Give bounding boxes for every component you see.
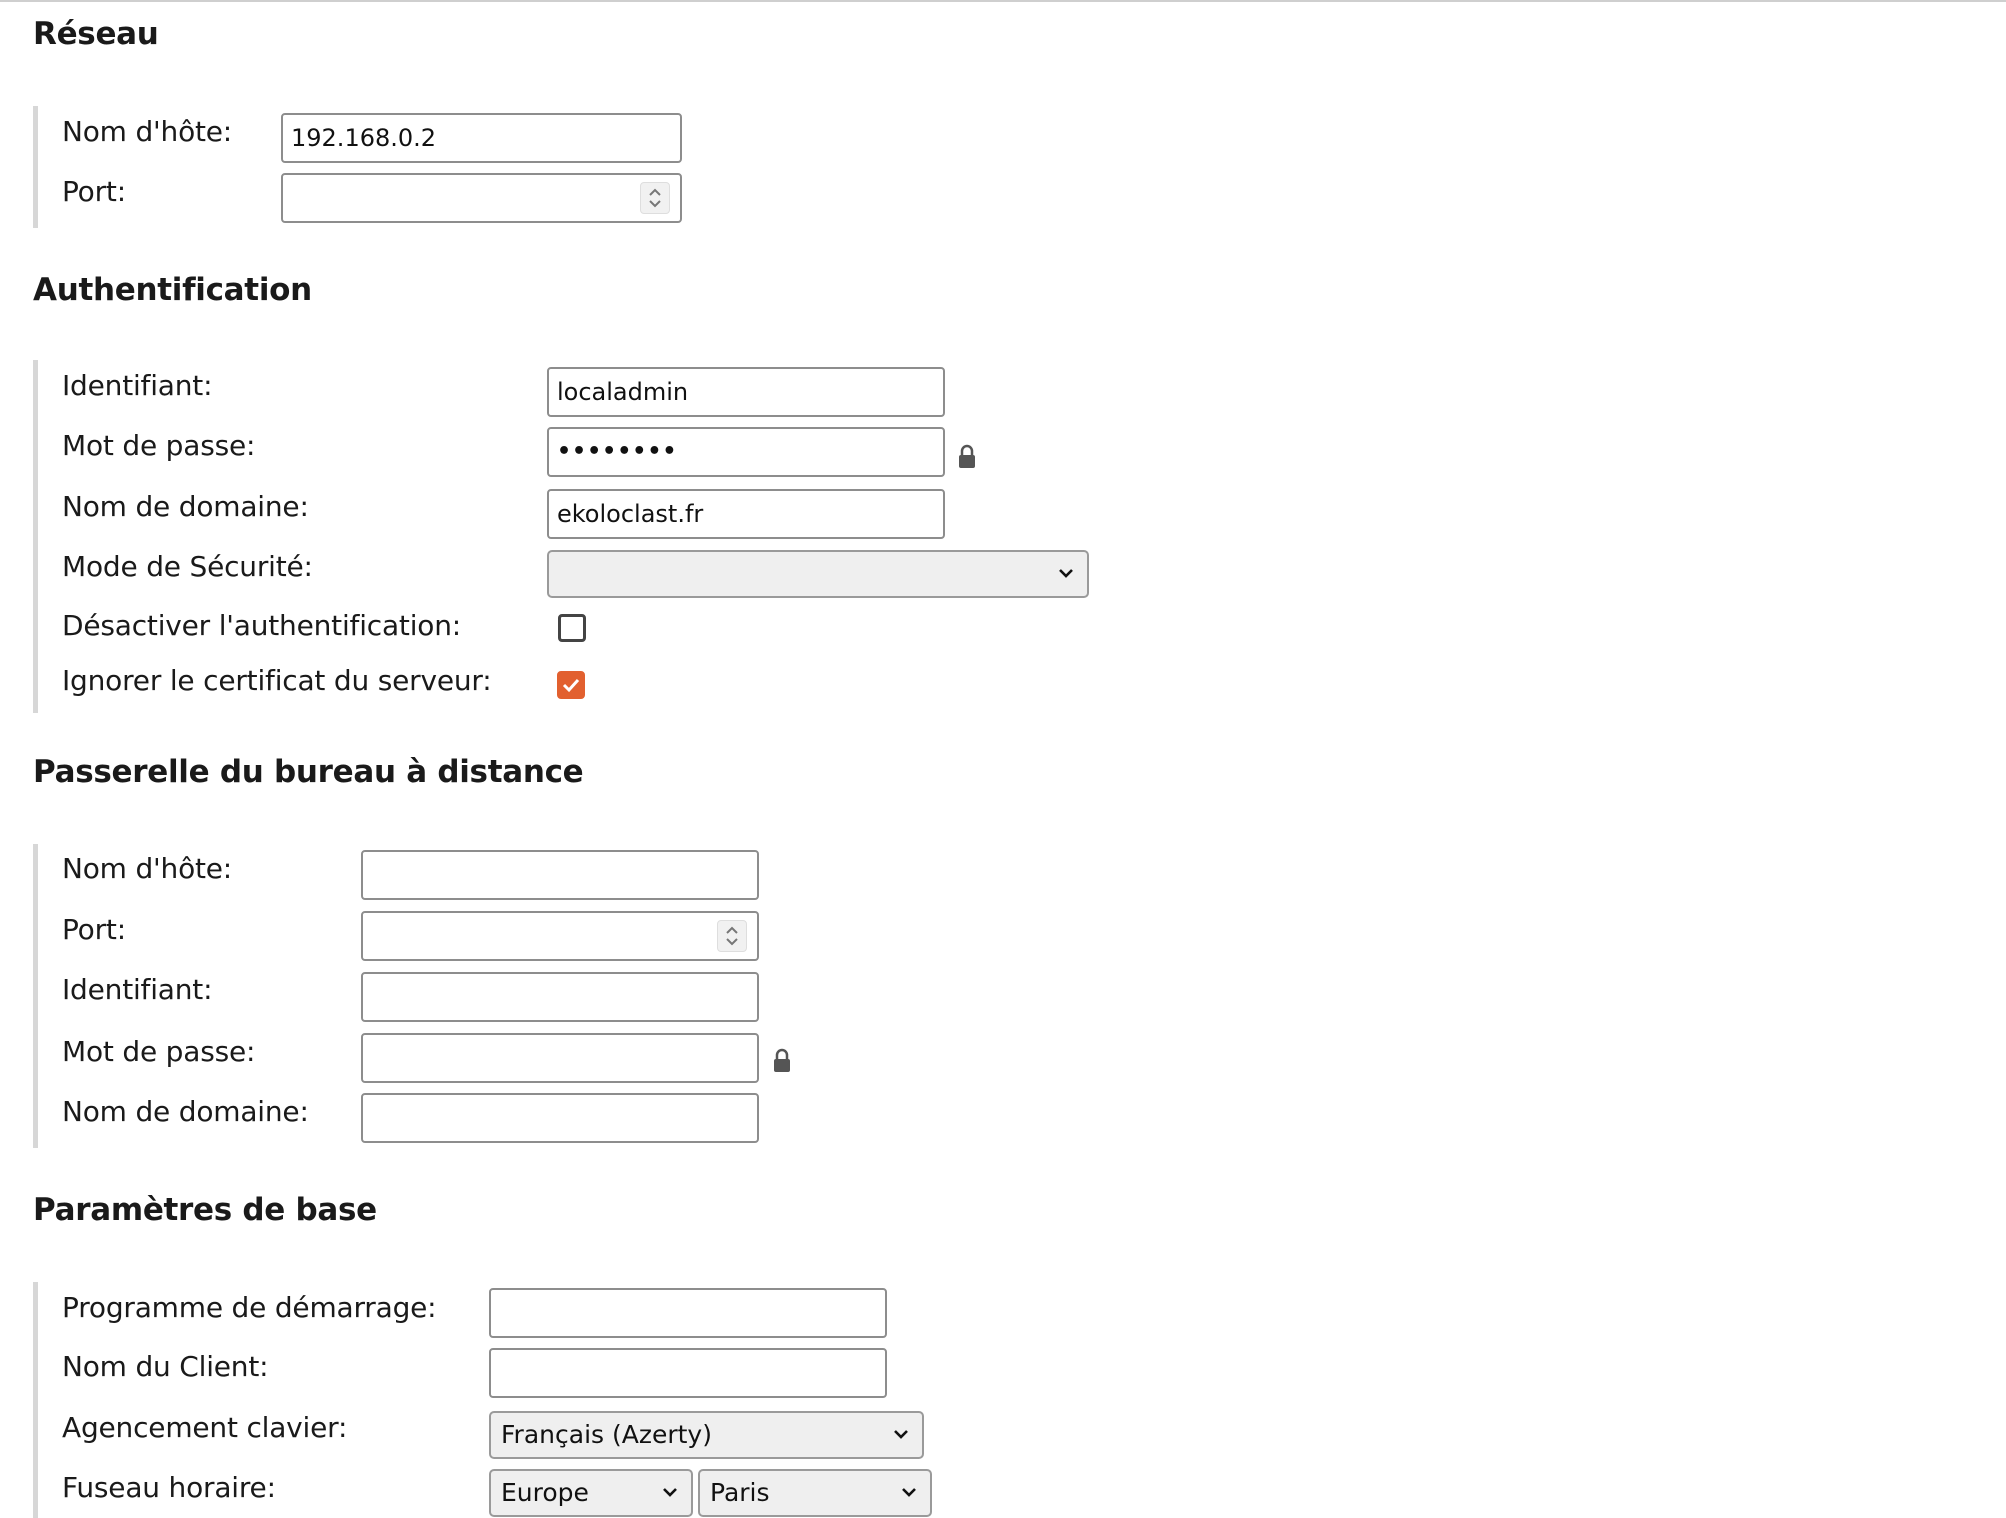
lock-icon <box>774 1048 790 1072</box>
gateway-username-label: Identifiant: <box>62 973 213 1006</box>
auth-domain-input[interactable]: ekoloclast.fr <box>547 489 945 539</box>
network-hostname-label: Nom d'hôte: <box>62 115 233 148</box>
auth-ignore-cert-label: Ignorer le certificat du serveur: <box>62 664 492 697</box>
basic-keyboard-select[interactable]: Français (Azerty) <box>489 1411 924 1459</box>
network-port-label: Port: <box>62 175 126 208</box>
auth-security-mode-label: Mode de Sécurité: <box>62 550 313 583</box>
basic-client-name-label: Nom du Client: <box>62 1350 269 1383</box>
gateway-domain-input[interactable] <box>361 1093 759 1143</box>
disable-auth-checkbox[interactable] <box>558 614 586 642</box>
basic-startup-program-label: Programme de démarrage: <box>62 1291 437 1324</box>
fieldset-basic <box>33 1282 38 1518</box>
basic-client-name-input[interactable] <box>489 1348 887 1398</box>
chevron-down-icon <box>902 1488 916 1497</box>
auth-password-input[interactable]: •••••••• <box>547 427 945 477</box>
auth-username-input[interactable]: localadmin <box>547 367 945 417</box>
section-title-basic: Paramètres de base <box>33 1192 377 1228</box>
auth-password-label: Mot de passe: <box>62 429 256 462</box>
basic-keyboard-value: Français (Azerty) <box>501 1420 712 1449</box>
chevron-down-icon <box>1059 569 1073 578</box>
gateway-hostname-label: Nom d'hôte: <box>62 852 233 885</box>
gateway-hostname-input[interactable] <box>361 850 759 900</box>
auth-disable-label: Désactiver l'authentification: <box>62 609 461 642</box>
ignore-cert-checkbox[interactable] <box>557 671 585 699</box>
gateway-username-input[interactable] <box>361 972 759 1022</box>
lock-icon <box>959 444 975 468</box>
checkmark-icon <box>562 678 580 693</box>
gateway-password-label: Mot de passe: <box>62 1035 256 1068</box>
fieldset-network <box>33 106 38 228</box>
basic-startup-program-input[interactable] <box>489 1288 887 1338</box>
gateway-port-label: Port: <box>62 913 126 946</box>
auth-domain-label: Nom de domaine: <box>62 490 309 523</box>
basic-timezone-city-select[interactable]: Paris <box>698 1469 932 1517</box>
auth-username-label: Identifiant: <box>62 369 213 402</box>
network-hostname-input[interactable]: 192.168.0.2 <box>281 113 682 163</box>
section-title-auth: Authentification <box>33 272 312 308</box>
chevron-down-icon <box>894 1430 908 1439</box>
gateway-domain-label: Nom de domaine: <box>62 1095 309 1128</box>
basic-keyboard-label: Agencement clavier: <box>62 1411 348 1444</box>
section-title-gateway: Passerelle du bureau à distance <box>33 754 584 790</box>
spinner-icon[interactable] <box>640 182 670 214</box>
spinner-icon[interactable] <box>717 920 747 952</box>
basic-timezone-region-value: Europe <box>501 1478 589 1507</box>
gateway-password-input[interactable] <box>361 1033 759 1083</box>
network-port-input[interactable] <box>281 173 682 223</box>
basic-timezone-label: Fuseau horaire: <box>62 1471 276 1504</box>
gateway-port-input[interactable] <box>361 911 759 961</box>
fieldset-gateway <box>33 844 38 1148</box>
section-title-network: Réseau <box>33 16 159 52</box>
basic-timezone-city-value: Paris <box>710 1478 770 1507</box>
fieldset-auth <box>33 360 38 713</box>
chevron-down-icon <box>663 1488 677 1497</box>
auth-security-mode-select[interactable] <box>547 550 1089 598</box>
basic-timezone-region-select[interactable]: Europe <box>489 1469 693 1517</box>
